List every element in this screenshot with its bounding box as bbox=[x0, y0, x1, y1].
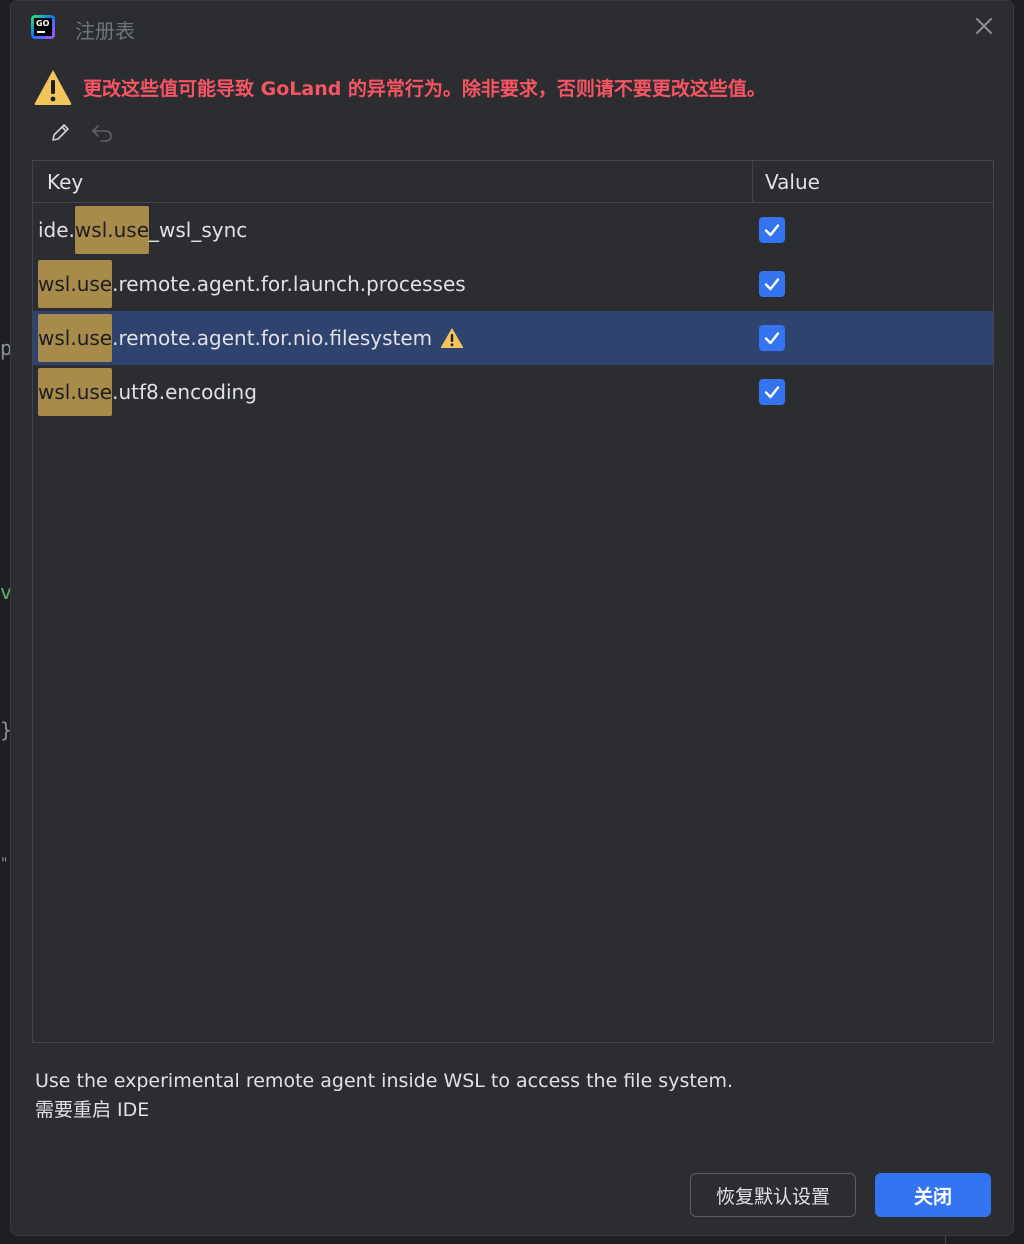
value-cell bbox=[753, 311, 993, 365]
checkmark-icon bbox=[764, 278, 780, 291]
search-highlight: wsl.use bbox=[38, 260, 113, 308]
restart-required-note: 需要重启 IDE bbox=[35, 1099, 150, 1121]
registry-dialog: GO 注册表 更改这些值可能导致 GoLand 的异常行为。除非要求，否则请不要… bbox=[10, 0, 1014, 1236]
close-button[interactable]: 关闭 bbox=[875, 1173, 991, 1217]
value-checkbox[interactable] bbox=[759, 325, 785, 351]
close-icon[interactable] bbox=[971, 13, 997, 39]
undo-icon[interactable] bbox=[89, 120, 115, 146]
value-cell bbox=[753, 257, 993, 311]
column-header-value[interactable]: Value bbox=[753, 161, 993, 202]
toolbar bbox=[47, 119, 115, 147]
value-cell bbox=[753, 365, 993, 419]
search-highlight: wsl.use bbox=[38, 368, 113, 416]
table-row-selected[interactable]: wsl.use .remote.agent.for.nio.filesystem bbox=[33, 311, 993, 365]
checkmark-icon bbox=[764, 224, 780, 237]
warning-message: 更改这些值可能导致 GoLand 的异常行为。除非要求，否则请不要更改这些值。 bbox=[83, 77, 766, 100]
warning-icon bbox=[34, 70, 72, 105]
description-text: Use the experimental remote agent inside… bbox=[35, 1070, 734, 1092]
value-checkbox[interactable] bbox=[759, 271, 785, 297]
search-highlight: wsl.use bbox=[74, 206, 150, 254]
restore-defaults-button[interactable]: 恢复默认设置 bbox=[690, 1173, 856, 1217]
search-highlight: wsl.use bbox=[38, 314, 113, 362]
key-suffix: .remote.agent.for.nio.filesystem bbox=[112, 326, 433, 350]
warning-banner: 更改这些值可能导致 GoLand 的异常行为。除非要求，否则请不要更改这些值。 bbox=[33, 67, 766, 107]
column-header-key[interactable]: Key bbox=[33, 161, 753, 202]
key-cell: wsl.use .remote.agent.for.nio.filesystem bbox=[33, 311, 753, 365]
warning-icon bbox=[440, 328, 464, 348]
description-panel: Use the experimental remote agent inside… bbox=[35, 1067, 733, 1125]
key-cell: ide. wsl.use _wsl_sync bbox=[33, 203, 753, 257]
dialog-title: 注册表 bbox=[75, 19, 135, 43]
value-cell bbox=[753, 203, 993, 257]
checkmark-icon bbox=[764, 386, 780, 399]
checkmark-icon bbox=[764, 332, 780, 345]
key-suffix: _wsl_sync bbox=[149, 218, 248, 242]
key-suffix: .remote.agent.for.launch.processes bbox=[112, 272, 466, 296]
editor-glyph: " bbox=[0, 856, 9, 872]
table-row[interactable]: wsl.use .utf8.encoding bbox=[33, 365, 993, 419]
table-row[interactable]: wsl.use .remote.agent.for.launch.processe… bbox=[33, 257, 993, 311]
table-header: Key Value bbox=[33, 161, 993, 203]
registry-table: Key Value ide. wsl.use _wsl_sync wsl.use .r… bbox=[32, 160, 994, 1043]
value-checkbox[interactable] bbox=[759, 217, 785, 243]
pencil-icon[interactable] bbox=[47, 120, 73, 146]
title-bar: GO 注册表 bbox=[11, 1, 1013, 53]
key-cell: wsl.use .utf8.encoding bbox=[33, 365, 753, 419]
value-checkbox[interactable] bbox=[759, 379, 785, 405]
goland-app-icon: GO bbox=[31, 15, 55, 39]
key-suffix: .utf8.encoding bbox=[112, 380, 257, 404]
key-cell: wsl.use .remote.agent.for.launch.processe… bbox=[33, 257, 753, 311]
key-prefix: ide. bbox=[38, 218, 75, 242]
table-row[interactable]: ide. wsl.use _wsl_sync bbox=[33, 203, 993, 257]
